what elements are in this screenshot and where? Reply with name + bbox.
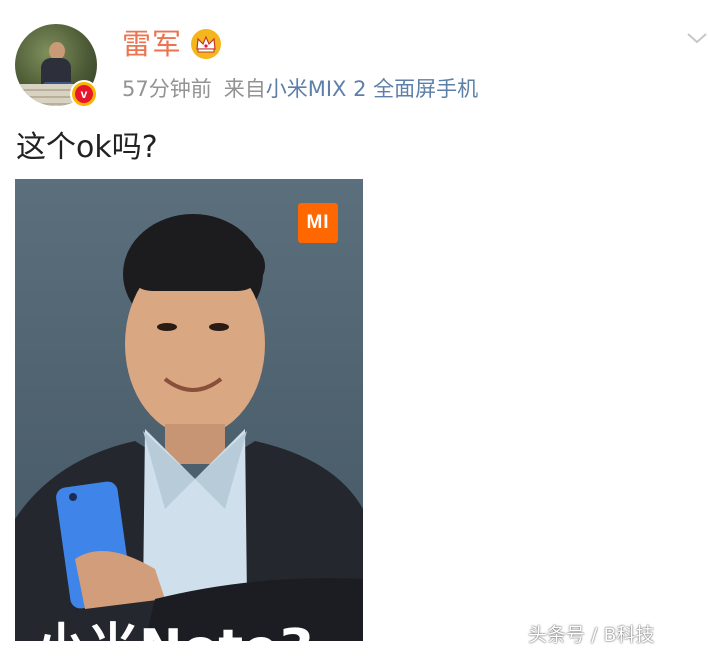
post-meta: 57分钟前 来自小米MIX 2 全面屏手机 bbox=[122, 75, 478, 103]
portrait-hair-top bbox=[125, 241, 265, 291]
portrait-right-eye bbox=[209, 323, 229, 331]
post-from-prefix: 来自 bbox=[223, 77, 266, 101]
post-image[interactable]: MI 小米Note3 bbox=[15, 179, 363, 641]
mi-logo: MI bbox=[298, 203, 338, 243]
verified-badge-icon: v bbox=[70, 80, 98, 108]
post-source-link[interactable]: 小米MIX 2 全面屏手机 bbox=[266, 77, 478, 101]
author-name[interactable]: 雷军 bbox=[122, 26, 182, 62]
crown-icon[interactable] bbox=[191, 29, 221, 59]
post-text: 这个ok吗? bbox=[16, 130, 158, 165]
watermark-text: 头条号 / B科技 bbox=[528, 624, 655, 646]
poster-caption: 小米Note3 bbox=[35, 619, 315, 641]
portrait-left-eye bbox=[157, 323, 177, 331]
chevron-down-icon[interactable] bbox=[686, 30, 708, 48]
portrait-phone-camera bbox=[69, 493, 77, 501]
portrait-illustration bbox=[15, 214, 363, 641]
verified-badge-letter: v bbox=[75, 85, 93, 103]
post-time: 57分钟前 bbox=[122, 77, 212, 101]
